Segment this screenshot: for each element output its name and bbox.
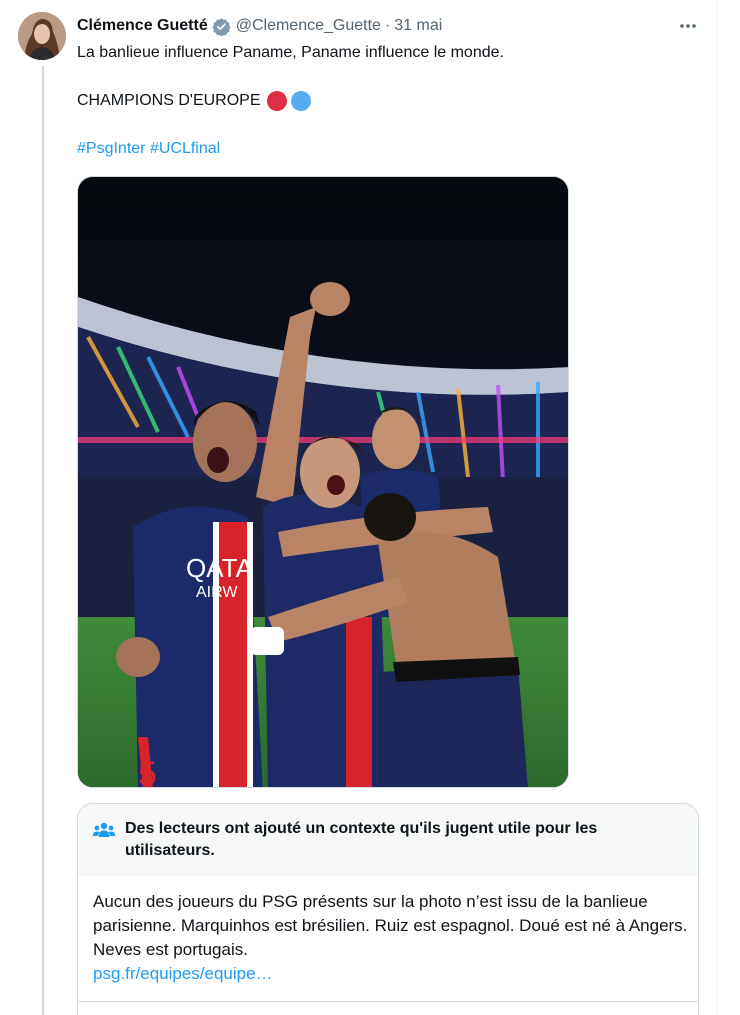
hashtag-uclfinal[interactable]: #UCLfinal (150, 140, 220, 157)
tweet-date[interactable]: 31 mai (394, 17, 442, 35)
timeline-border (716, 0, 717, 1015)
community-note-link[interactable]: psg.fr/equipes/equipe… (93, 962, 693, 986)
tweet-header: Clémence Guetté @Clemence_Guette · 31 ma… (77, 15, 442, 37)
tweet-photo[interactable]: QATA AIRW 5 (77, 176, 569, 788)
community-note-divider (78, 1001, 698, 1002)
tweet-text-line-1: La banlieue influence Paname, Paname inf… (77, 44, 504, 61)
community-note-body: Aucun des joueurs du PSG présents sur la… (93, 890, 693, 986)
svg-text:5: 5 (138, 755, 157, 788)
community-note: Des lecteurs ont ajouté un contexte qu'i… (77, 803, 699, 1015)
separator-dot: · (384, 17, 391, 34)
hashtags-line: #PsgInter #UCLfinal (77, 138, 220, 160)
author-handle[interactable]: @Clemence_Guette (236, 17, 381, 35)
author-avatar[interactable] (18, 12, 66, 60)
thread-line (42, 66, 44, 1015)
community-note-title: Des lecteurs ont ajouté un contexte qu'i… (125, 820, 598, 859)
svg-text:AIRW: AIRW (196, 584, 238, 601)
verified-badge-icon (212, 17, 231, 37)
sponsor-text: QATA (186, 553, 254, 583)
blue-circle-emoji-icon (290, 91, 311, 111)
tweet-text-line-2: CHAMPIONS D'EUROPE (77, 90, 311, 112)
people-icon (92, 820, 116, 845)
author-name[interactable]: Clémence Guetté (77, 17, 208, 35)
community-note-header: Des lecteurs ont ajouté un contexte qu'i… (78, 804, 698, 876)
more-horizontal-icon[interactable] (676, 14, 700, 38)
tweet-text-champions: CHAMPIONS D'EUROPE (77, 92, 261, 109)
hashtag-psginter[interactable]: #PsgInter (77, 140, 145, 157)
community-note-text: Aucun des joueurs du PSG présents sur la… (93, 892, 688, 959)
red-circle-emoji-icon (266, 91, 287, 111)
